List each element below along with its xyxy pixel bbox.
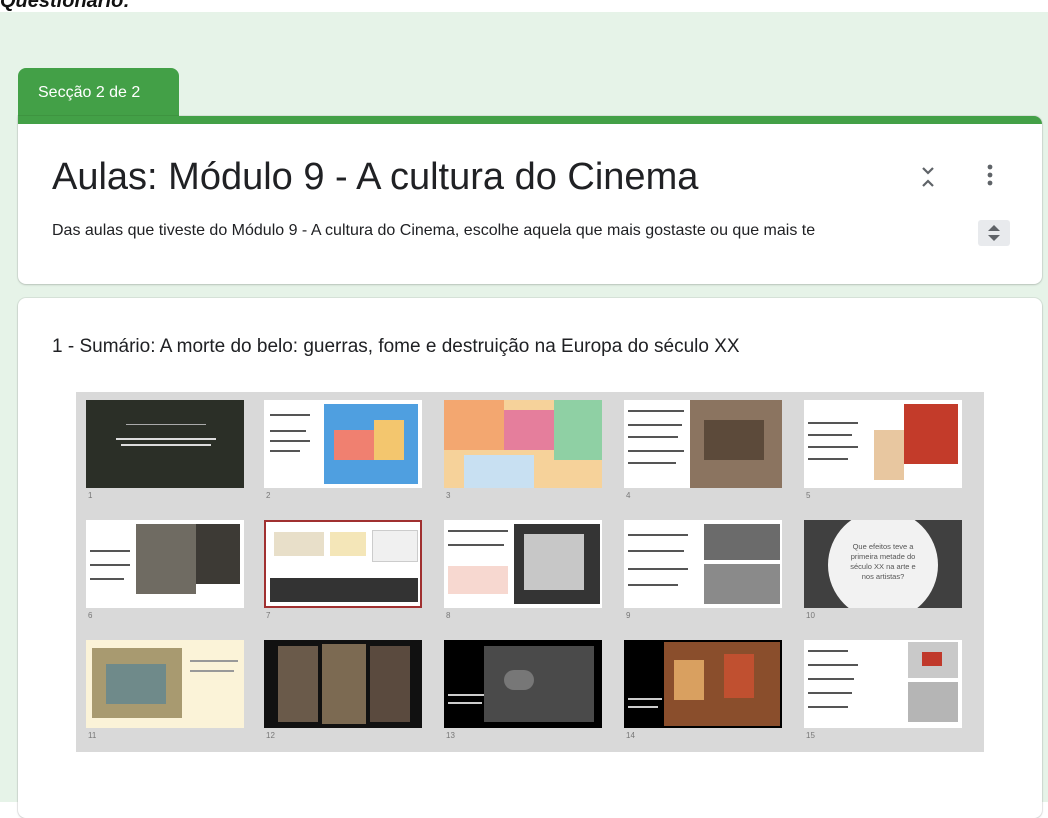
slides-image: 1 2 3 4 5 6 7 8 9 Que efeitos teve a pri…: [76, 392, 984, 752]
collapse-icon[interactable]: [916, 162, 940, 192]
spinner-icon[interactable]: [978, 220, 1010, 246]
slide-number: 3: [446, 491, 451, 500]
slide-thumbnail: [624, 640, 782, 728]
slide-thumbnail: [86, 400, 244, 488]
slide-number: 10: [806, 611, 815, 620]
slide-number: 15: [806, 731, 815, 740]
slide-10-text: Que efeitos teve a primeira metade do sé…: [850, 542, 916, 581]
slide-thumbnail: [444, 640, 602, 728]
slide-number: 14: [626, 731, 635, 740]
section-title[interactable]: Aulas: Módulo 9 - A cultura do Cinema: [52, 156, 698, 199]
slide-number: 4: [626, 491, 631, 500]
slide-thumbnail: [86, 640, 244, 728]
slide-thumbnail: [444, 400, 602, 488]
slide-thumbnail-selected: [264, 520, 422, 608]
slide-number: 5: [806, 491, 811, 500]
slide-number: 8: [446, 611, 451, 620]
slide-number: 12: [266, 731, 275, 740]
slide-number: 2: [266, 491, 271, 500]
slide-number: 7: [266, 611, 271, 620]
section-header-card[interactable]: Aulas: Módulo 9 - A cultura do Cinema Da…: [18, 116, 1042, 284]
slide-thumbnail: [804, 640, 962, 728]
slide-number: 6: [88, 611, 93, 620]
slide-thumbnail: [624, 400, 782, 488]
slide-thumbnail: [804, 400, 962, 488]
section-description[interactable]: Das aulas que tiveste do Módulo 9 - A cu…: [52, 222, 952, 240]
slide-number: 1: [88, 491, 93, 500]
slide-thumbnail: [264, 400, 422, 488]
slide-thumbnail: [444, 520, 602, 608]
slide-number: 9: [626, 611, 631, 620]
slide-number: 11: [88, 731, 97, 740]
more-vert-icon[interactable]: [984, 160, 996, 190]
question-card[interactable]: 1 - Sumário: A morte do belo: guerras, f…: [18, 298, 1042, 818]
section-tab: Secção 2 de 2: [18, 68, 179, 118]
question-title: 1 - Sumário: A morte do belo: guerras, f…: [52, 336, 740, 357]
slide-number: 13: [446, 731, 455, 740]
slide-thumbnail: [624, 520, 782, 608]
slide-thumbnail: [264, 640, 422, 728]
slide-thumbnail: [86, 520, 244, 608]
slide-thumbnail: Que efeitos teve a primeira metade do sé…: [804, 520, 962, 608]
